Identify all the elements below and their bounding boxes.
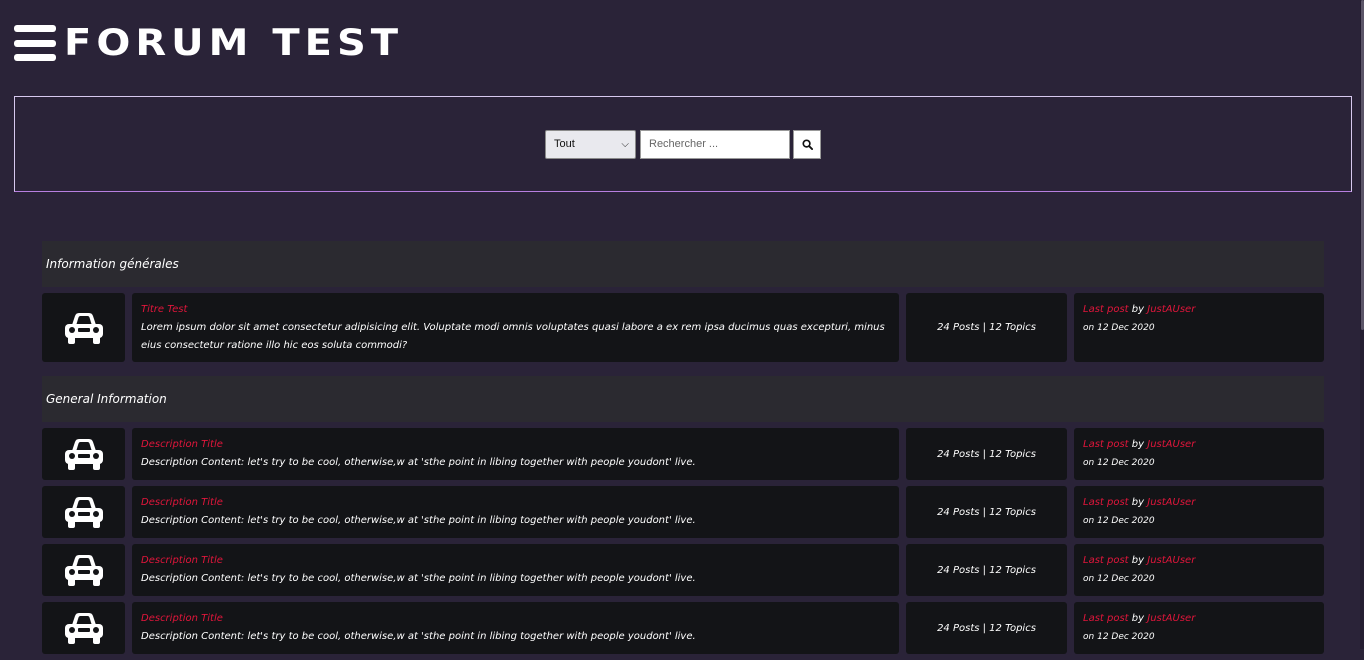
forum-stats: 24 Posts | 12 Topics <box>906 428 1067 480</box>
last-post-link[interactable]: Last post <box>1083 613 1129 624</box>
forum-description: Description Title Description Content: l… <box>132 602 899 654</box>
car-icon <box>64 497 103 528</box>
car-icon <box>64 312 103 344</box>
forum-last-post: Last post by JustAUser on 12 Dec 2020 <box>1074 428 1324 480</box>
forum-icon-cell <box>42 486 125 538</box>
forum-icon-cell <box>42 544 125 596</box>
last-post-link[interactable]: Last post <box>1083 439 1129 450</box>
user-link[interactable]: JustAUser <box>1147 497 1195 508</box>
last-post-link[interactable]: Last post <box>1083 304 1129 315</box>
by-label: by <box>1131 555 1145 566</box>
forum-row[interactable]: Description Title Description Content: l… <box>42 602 1324 654</box>
post-date: 12 Dec 2020 <box>1097 458 1155 468</box>
category-select-value: Tout <box>554 138 575 150</box>
forum-stats: 24 Posts | 12 Topics <box>906 544 1067 596</box>
on-label: on <box>1083 516 1095 526</box>
forum-row[interactable]: Description Title Description Content: l… <box>42 486 1324 538</box>
forum-section: Information générales Titre Test Lorem i… <box>42 241 1324 362</box>
forum-title-link[interactable]: Description Title <box>141 494 890 512</box>
section-title: General Information <box>42 376 1324 422</box>
forum-description: Titre Test Lorem ipsum dolor sit amet co… <box>132 293 899 362</box>
forum-title-link[interactable]: Description Title <box>141 610 890 628</box>
forum-description-text: Description Content: let's try to be coo… <box>141 631 696 642</box>
search-icon <box>801 138 813 150</box>
forum-row[interactable]: Description Title Description Content: l… <box>42 428 1324 480</box>
post-date: 12 Dec 2020 <box>1097 574 1155 584</box>
car-icon <box>64 613 103 644</box>
forum-description-text: Description Content: let's try to be coo… <box>141 457 696 468</box>
forum-icon-cell <box>42 293 125 362</box>
forum-row[interactable]: Description Title Description Content: l… <box>42 544 1324 596</box>
on-label: on <box>1083 574 1095 584</box>
category-select[interactable]: Tout ⌵ <box>545 129 636 159</box>
by-label: by <box>1131 439 1145 450</box>
by-label: by <box>1131 304 1145 315</box>
forum-description-text: Lorem ipsum dolor sit amet consectetur a… <box>141 322 885 351</box>
search-input[interactable] <box>640 129 790 159</box>
scrollbar[interactable] <box>1360 0 1364 649</box>
user-link[interactable]: JustAUser <box>1147 439 1195 450</box>
forum-title-link[interactable]: Description Title <box>141 552 890 570</box>
user-link[interactable]: JustAUser <box>1147 304 1195 315</box>
site-header: FORUM TEST <box>14 22 403 64</box>
forum-description-text: Description Content: let's try to be coo… <box>141 515 696 526</box>
forum-description: Description Title Description Content: l… <box>132 544 899 596</box>
chevron-down-icon: ⌵ <box>621 138 629 150</box>
forum-stats: 24 Posts | 12 Topics <box>906 486 1067 538</box>
post-date: 12 Dec 2020 <box>1097 323 1155 333</box>
by-label: by <box>1131 613 1145 624</box>
user-link[interactable]: JustAUser <box>1147 555 1195 566</box>
post-date: 12 Dec 2020 <box>1097 632 1155 642</box>
post-date: 12 Dec 2020 <box>1097 516 1155 526</box>
search-panel: Tout ⌵ <box>14 96 1352 192</box>
forum-description-text: Description Content: let's try to be coo… <box>141 573 696 584</box>
last-post-link[interactable]: Last post <box>1083 555 1129 566</box>
section-title: Information générales <box>42 241 1324 287</box>
car-icon <box>64 555 103 586</box>
by-label: by <box>1131 497 1145 508</box>
forum-stats: 24 Posts | 12 Topics <box>906 293 1067 362</box>
forum-icon-cell <box>42 428 125 480</box>
forum-last-post: Last post by JustAUser on 12 Dec 2020 <box>1074 602 1324 654</box>
forum-description: Description Title Description Content: l… <box>132 486 899 538</box>
last-post-link[interactable]: Last post <box>1083 497 1129 508</box>
on-label: on <box>1083 632 1095 642</box>
car-icon <box>64 439 103 470</box>
forum-last-post: Last post by JustAUser on 12 Dec 2020 <box>1074 293 1324 362</box>
forum-title-link[interactable]: Description Title <box>141 436 890 454</box>
hamburger-menu-icon[interactable] <box>14 25 56 61</box>
on-label: on <box>1083 323 1095 333</box>
forum-row[interactable]: Titre Test Lorem ipsum dolor sit amet co… <box>42 293 1324 362</box>
forum-icon-cell <box>42 602 125 654</box>
user-link[interactable]: JustAUser <box>1147 613 1195 624</box>
on-label: on <box>1083 458 1095 468</box>
forum-content: Information générales Titre Test Lorem i… <box>42 241 1324 660</box>
site-logo[interactable]: FORUM TEST <box>64 25 403 62</box>
forum-description: Description Title Description Content: l… <box>132 428 899 480</box>
search-button[interactable] <box>793 129 821 159</box>
forum-stats: 24 Posts | 12 Topics <box>906 602 1067 654</box>
forum-section: General Information Description Title De… <box>42 376 1324 654</box>
forum-title-link[interactable]: Titre Test <box>141 301 890 319</box>
forum-last-post: Last post by JustAUser on 12 Dec 2020 <box>1074 486 1324 538</box>
forum-last-post: Last post by JustAUser on 12 Dec 2020 <box>1074 544 1324 596</box>
